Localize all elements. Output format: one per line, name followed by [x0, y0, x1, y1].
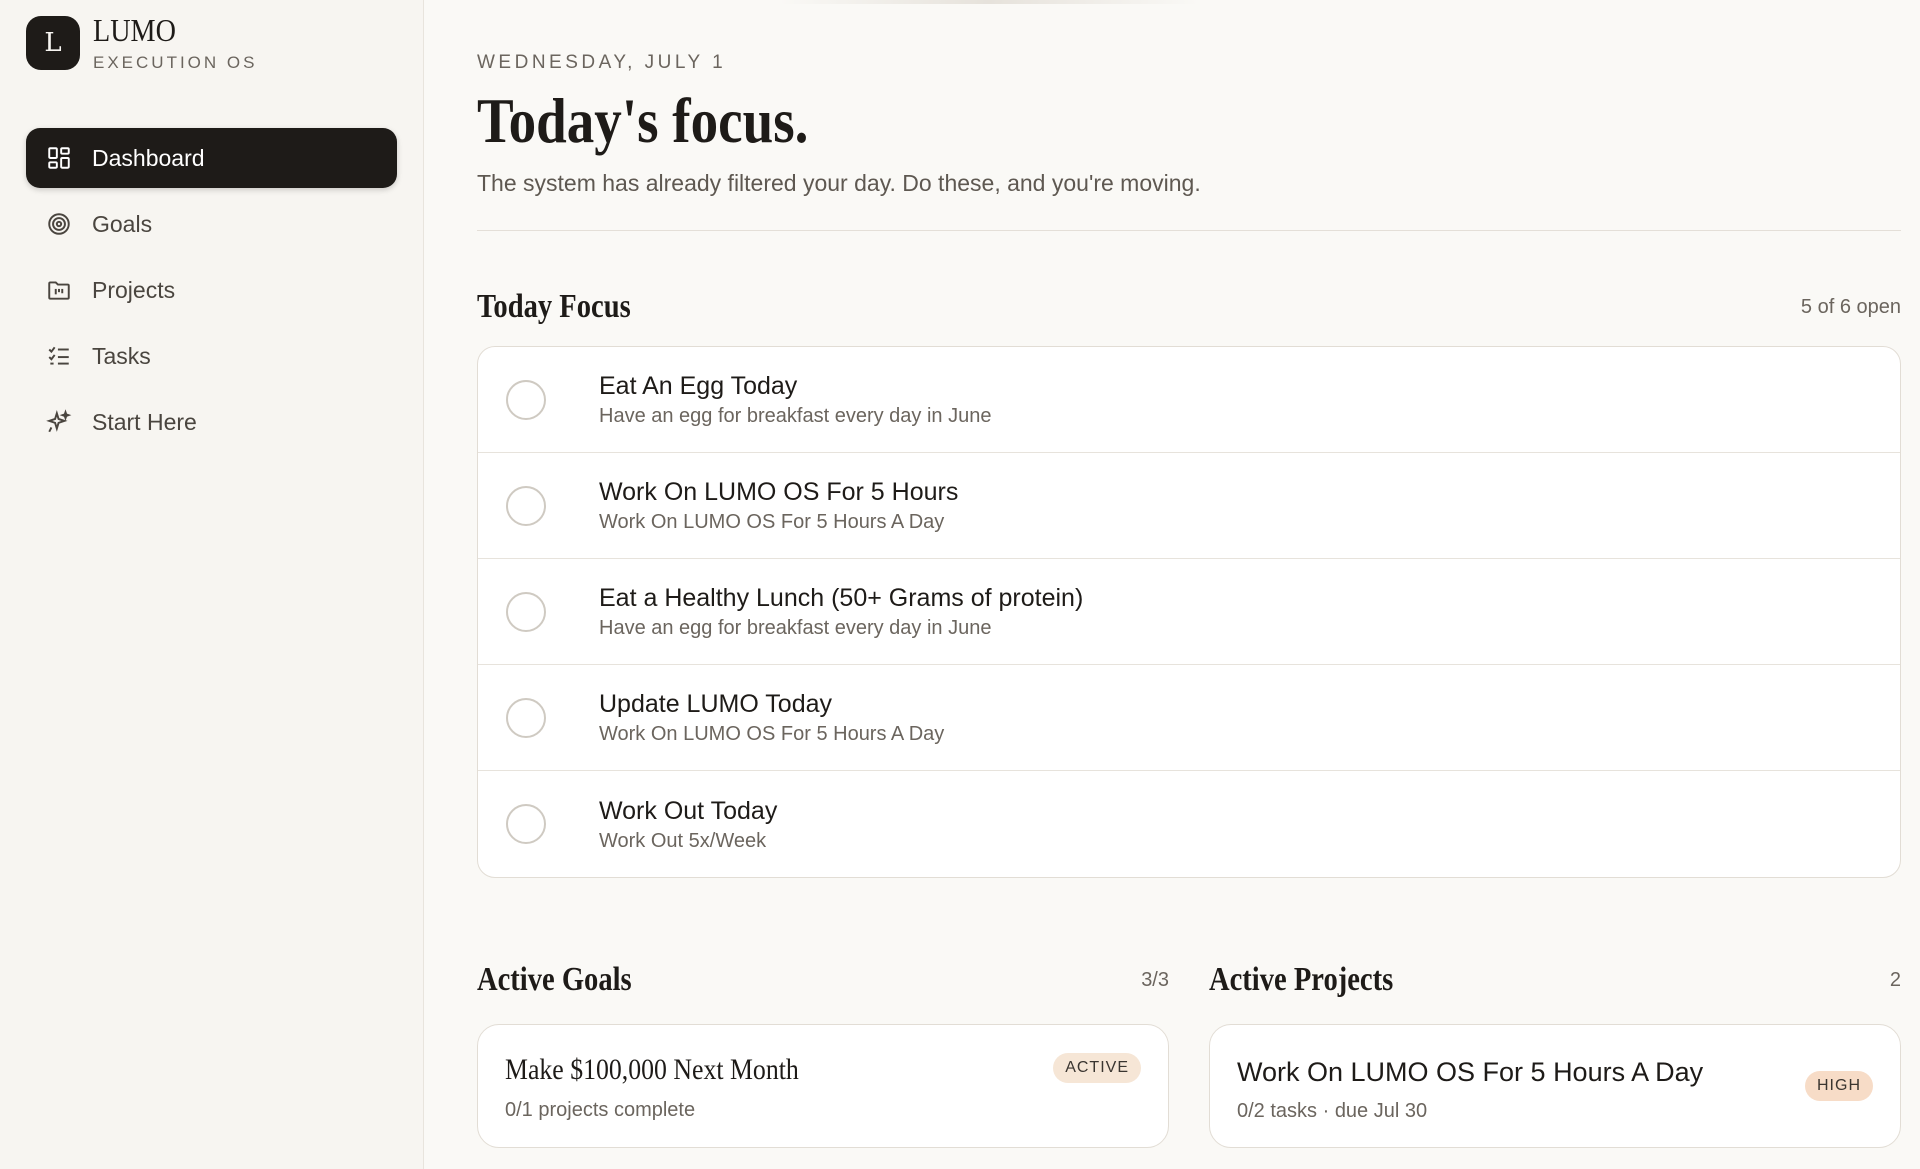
brand-name: LUMO [93, 12, 176, 48]
task-text: Eat a Healthy Lunch (50+ Grams of protei… [599, 583, 1083, 640]
task-description: Work On LUMO OS For 5 Hours A Day [599, 723, 945, 745]
top-divider [779, 0, 1199, 4]
goal-title: Make $100,000 Next Month [505, 1053, 799, 1086]
active-goals-count: 3/3 [1141, 968, 1169, 991]
bottom-sections: Active Goals 3/3 Make $100,000 Next Mont… [477, 960, 1901, 1148]
active-projects-header: Active Projects 2 [1209, 960, 1901, 1000]
task-row[interactable]: Eat a Healthy Lunch (50+ Grams of protei… [478, 559, 1900, 665]
brand-text: LUMO EXECUTION OS [93, 13, 257, 73]
task-title: Work On LUMO OS For 5 Hours [599, 478, 959, 506]
task-checkbox[interactable] [506, 697, 546, 738]
page-subtitle: The system has already filtered your day… [477, 170, 1201, 196]
section-title: Active Projects [1209, 961, 1394, 998]
page-title: Today's focus. [477, 85, 809, 156]
task-title: Eat a Healthy Lunch (50+ Grams of protei… [599, 584, 1084, 612]
section-title: Today Focus [477, 288, 631, 325]
task-checkbox[interactable] [506, 485, 546, 526]
today-focus-count: 5 of 6 open [1800, 295, 1901, 318]
app: L LUMO EXECUTION OS Dashboard Goals Proj… [0, 0, 1920, 1169]
task-text: Work Out Today Work Out 5x/Week [599, 796, 777, 853]
task-checkbox[interactable] [506, 591, 546, 632]
task-row[interactable]: Eat An Egg Today Have an egg for breakfa… [478, 347, 1900, 453]
sidebar-item-tasks[interactable]: Tasks [26, 326, 397, 386]
brand[interactable]: L LUMO EXECUTION OS [26, 13, 397, 73]
task-checkbox[interactable] [506, 804, 546, 844]
task-text: Update LUMO Today Work On LUMO OS For 5 … [599, 689, 944, 746]
section-title: Active Goals [477, 961, 632, 998]
sparkle-icon [46, 409, 72, 435]
divider [477, 230, 1901, 231]
sidebar-item-projects[interactable]: Projects [26, 260, 397, 320]
checklist-icon [46, 343, 72, 369]
goal-card-text: Make $100,000 Next Month 0/1 projects co… [505, 1053, 847, 1122]
dashboard-icon [46, 145, 72, 171]
project-meta: 0/2 tasks · due Jul 30 [1237, 1100, 1428, 1122]
active-projects-section: Active Projects 2 Work On LUMO OS For 5 … [1209, 960, 1901, 1148]
sidebar-item-label: Goals [92, 210, 153, 237]
project-card[interactable]: Work On LUMO OS For 5 Hours A Day 0/2 ta… [1209, 1024, 1901, 1148]
project-title: Work On LUMO OS For 5 Hours A Day [1237, 1057, 1704, 1087]
task-row[interactable]: Work On LUMO OS For 5 Hours Work On LUMO… [478, 453, 1900, 559]
priority-badge: HIGH [1805, 1071, 1873, 1101]
project-card-text: Work On LUMO OS For 5 Hours A Day 0/2 ta… [1237, 1053, 1703, 1123]
active-goals-section: Active Goals 3/3 Make $100,000 Next Mont… [477, 960, 1169, 1148]
sidebar-item-label: Start Here [92, 408, 197, 435]
task-title: Eat An Egg Today [599, 372, 798, 400]
status-badge: ACTIVE [1053, 1053, 1141, 1083]
brand-subtitle: EXECUTION OS [93, 53, 258, 72]
sidebar-item-goals[interactable]: Goals [26, 194, 397, 254]
task-description: Have an egg for breakfast every day in J… [599, 617, 992, 639]
brand-logo: L [26, 16, 80, 70]
goal-card[interactable]: Make $100,000 Next Month 0/1 projects co… [477, 1024, 1169, 1148]
sidebar: L LUMO EXECUTION OS Dashboard Goals Proj… [0, 0, 424, 1169]
target-icon [46, 211, 72, 237]
task-description: Work Out 5x/Week [599, 829, 767, 852]
task-title: Work Out Today [599, 796, 778, 825]
task-row[interactable]: Update LUMO Today Work On LUMO OS For 5 … [478, 665, 1900, 771]
task-description: Work On LUMO OS For 5 Hours A Day [599, 511, 945, 533]
today-focus-list: Eat An Egg Today Have an egg for breakfa… [477, 346, 1901, 878]
main-content: WEDNESDAY, JULY 1 Today's focus. The sys… [424, 0, 1920, 1169]
task-text: Work On LUMO OS For 5 Hours Work On LUMO… [599, 477, 958, 534]
sidebar-item-start-here[interactable]: Start Here [26, 392, 397, 452]
page-date: WEDNESDAY, JULY 1 [477, 52, 727, 73]
task-row[interactable]: Work Out Today Work Out 5x/Week [478, 771, 1900, 877]
task-description: Have an egg for breakfast every day in J… [599, 405, 992, 427]
task-text: Eat An Egg Today Have an egg for breakfa… [599, 371, 991, 428]
active-goals-header: Active Goals 3/3 [477, 960, 1169, 1000]
folder-icon [46, 277, 72, 303]
task-title: Update LUMO Today [599, 690, 832, 718]
active-projects-count: 2 [1889, 968, 1901, 991]
sidebar-item-dashboard[interactable]: Dashboard [26, 128, 397, 188]
sidebar-nav: Dashboard Goals Projects Tasks Start Her… [26, 128, 397, 452]
today-focus-header: Today Focus 5 of 6 open [477, 287, 1901, 327]
goal-meta: 0/1 projects complete [505, 1099, 696, 1121]
sidebar-item-label: Projects [92, 276, 176, 303]
task-checkbox[interactable] [506, 379, 546, 420]
sidebar-item-label: Dashboard [92, 144, 205, 171]
sidebar-item-label: Tasks [92, 342, 151, 369]
